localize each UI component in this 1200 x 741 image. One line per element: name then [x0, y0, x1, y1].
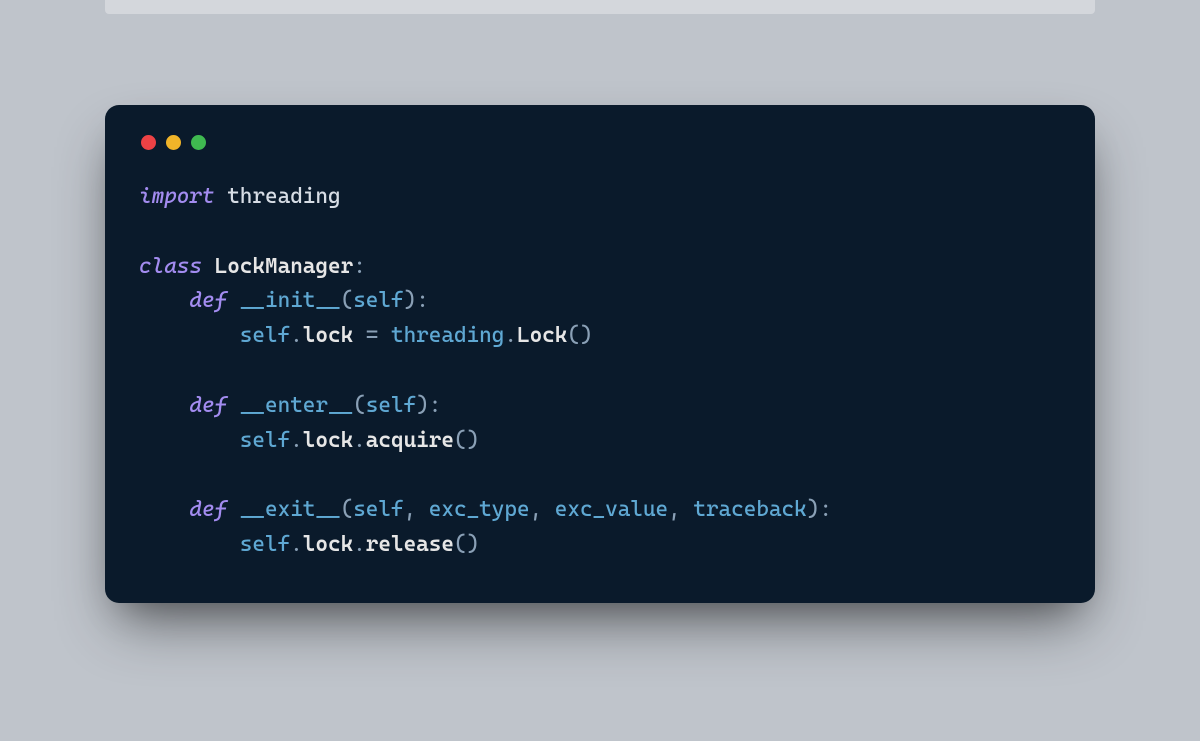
- param-exc-value: exc_value: [555, 497, 668, 522]
- method-init: __init__: [240, 288, 341, 313]
- keyword-def: def: [189, 288, 227, 313]
- method-enter: __enter__: [240, 393, 353, 418]
- background-strip: [105, 0, 1095, 14]
- attr-lock: lock: [303, 532, 353, 557]
- keyword-def: def: [189, 497, 227, 522]
- colon: :: [819, 497, 832, 522]
- comma: ,: [404, 497, 429, 522]
- dot: .: [290, 532, 303, 557]
- class-name: LockManager: [215, 254, 354, 279]
- paren-open: (: [567, 323, 580, 348]
- paren-open: (: [454, 532, 467, 557]
- dot: .: [353, 428, 366, 453]
- param-self: self: [353, 288, 403, 313]
- window-controls: [141, 135, 1061, 150]
- paren-open: (: [341, 288, 354, 313]
- param-exc-type: exc_type: [429, 497, 530, 522]
- paren-open: (: [353, 393, 366, 418]
- keyword-class: class: [139, 254, 202, 279]
- paren-close: ): [467, 532, 480, 557]
- comma: ,: [668, 497, 693, 522]
- minimize-icon[interactable]: [166, 135, 181, 150]
- dot: .: [290, 323, 303, 348]
- code-window: import threading class LockManager: def …: [105, 105, 1095, 603]
- comma: ,: [530, 497, 555, 522]
- call-lock: Lock: [517, 323, 567, 348]
- method-exit: __exit__: [240, 497, 341, 522]
- paren-open: (: [341, 497, 354, 522]
- call-release: release: [366, 532, 454, 557]
- attr-lock: lock: [303, 323, 353, 348]
- keyword-def: def: [189, 393, 227, 418]
- self-ref: self: [240, 323, 290, 348]
- code-block: import threading class LockManager: def …: [139, 180, 1061, 563]
- paren-close: ): [467, 428, 480, 453]
- dot: .: [290, 428, 303, 453]
- attr-lock: lock: [303, 428, 353, 453]
- param-self: self: [353, 497, 403, 522]
- paren-open: (: [454, 428, 467, 453]
- paren-close: ): [416, 393, 429, 418]
- colon: :: [416, 288, 429, 313]
- paren-close: ): [807, 497, 820, 522]
- paren-close: ): [580, 323, 593, 348]
- keyword-import: import: [139, 184, 215, 209]
- dot: .: [504, 323, 517, 348]
- paren-close: ): [404, 288, 417, 313]
- colon: :: [429, 393, 442, 418]
- call-acquire: acquire: [366, 428, 454, 453]
- zoom-icon[interactable]: [191, 135, 206, 150]
- self-ref: self: [240, 428, 290, 453]
- module-threading: threading: [227, 184, 340, 209]
- close-icon[interactable]: [141, 135, 156, 150]
- colon: :: [353, 254, 366, 279]
- assign: =: [353, 323, 391, 348]
- dot: .: [353, 532, 366, 557]
- module-ref: threading: [391, 323, 504, 348]
- param-traceback: traceback: [693, 497, 806, 522]
- param-self: self: [366, 393, 416, 418]
- self-ref: self: [240, 532, 290, 557]
